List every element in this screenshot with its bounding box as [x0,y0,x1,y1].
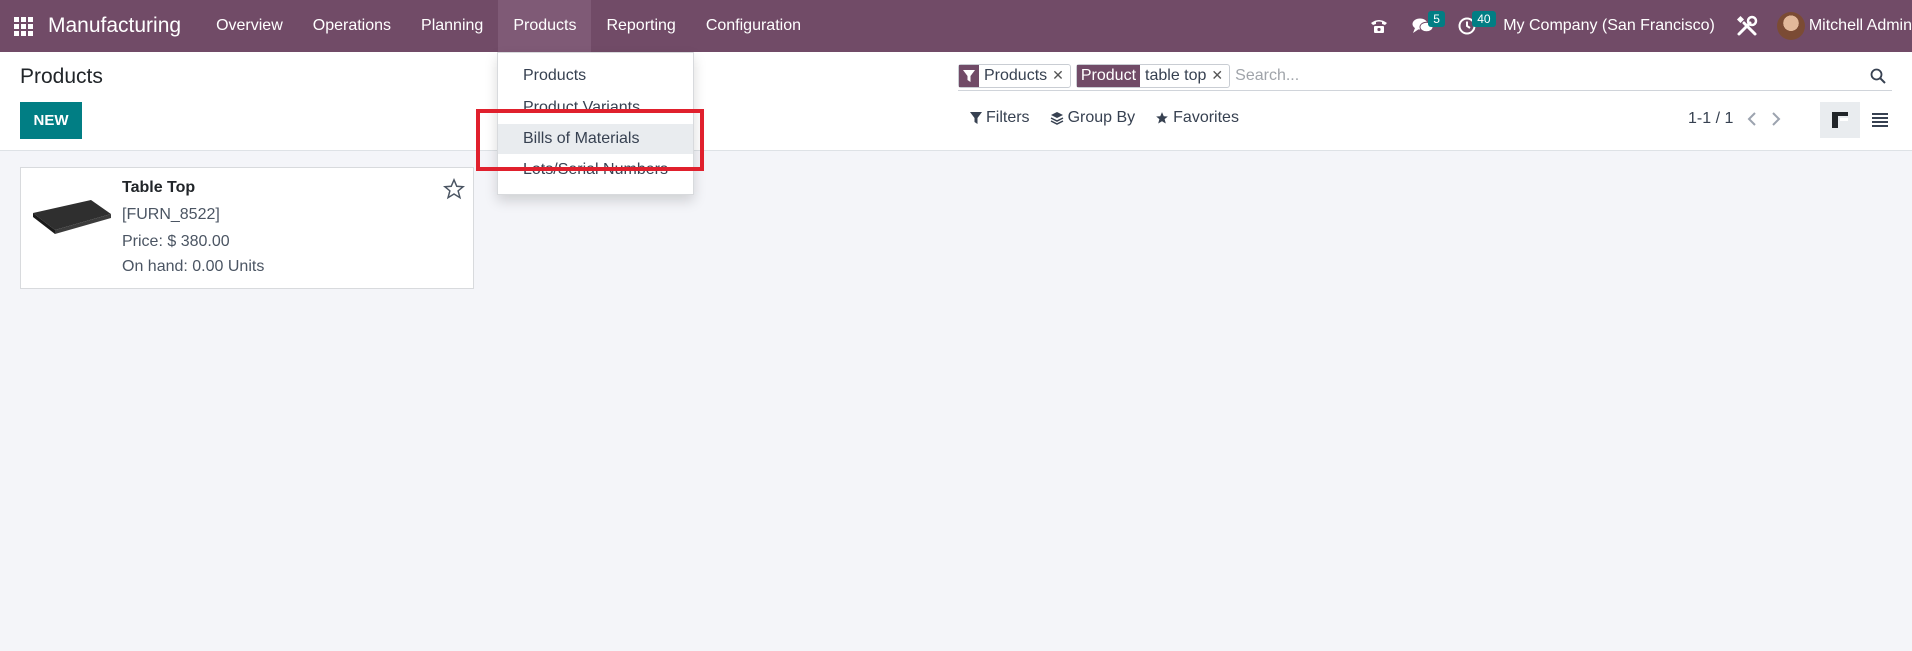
product-name: Table Top [122,179,196,196]
menu-overview[interactable]: Overview [201,0,298,52]
tools-icon [1736,15,1758,36]
search-icon[interactable] [1864,68,1892,84]
activities-badge: 40 [1472,11,1496,27]
facet-remove-icon[interactable]: ✕ [1052,67,1070,84]
messages-button[interactable]: 5 [1401,0,1445,52]
pager-value[interactable]: 1-1 / 1 [1688,110,1733,128]
facet-value: table top [1145,66,1207,84]
pager-prev-button[interactable] [1747,112,1757,126]
menu-configuration[interactable]: Configuration [691,0,816,52]
favorite-star-icon[interactable] [442,177,466,205]
view-switcher [1820,102,1900,138]
list-icon [1872,113,1888,127]
chevron-left-icon [1747,112,1757,126]
kanban-icon [1832,112,1848,128]
dropdown-item-products[interactable]: Products [498,61,693,91]
filters-button[interactable]: Filters [970,109,1030,127]
menu-operations[interactable]: Operations [298,0,406,52]
list-view-button[interactable] [1860,102,1900,138]
chevron-right-icon [1772,112,1781,126]
apps-menu-button[interactable] [0,0,46,52]
pager: 1-1 / 1 [1688,110,1781,128]
menu-products[interactable]: Products [498,0,592,52]
search-bar: Products ✕ Product table top ✕ [958,61,1892,91]
product-onhand: On hand: 0.00 Units [122,258,265,275]
groupby-label: Group By [1067,109,1136,126]
layers-icon [1050,112,1063,125]
company-switcher[interactable]: My Company (San Francisco) [1489,17,1727,35]
kanban-view-button[interactable] [1820,102,1860,138]
facet-remove-icon[interactable]: ✕ [1211,67,1229,84]
filter-icon [959,64,979,87]
menu-planning[interactable]: Planning [406,0,498,52]
messages-badge: 5 [1428,11,1445,27]
groupby-button[interactable]: Group By [1050,109,1136,127]
new-button[interactable]: NEW [20,102,82,139]
app-brand[interactable]: Manufacturing [46,14,181,38]
product-price: Price: $ 380.00 [122,233,230,250]
product-image [31,198,113,243]
facet-value: Products [984,66,1048,84]
menu-reporting[interactable]: Reporting [591,0,690,52]
control-panel: Products NEW Products ✕ Product table to… [0,52,1912,151]
facet-products-filter: Products ✕ [958,63,1071,88]
activities-button[interactable]: 40 [1445,0,1496,52]
debug-tools-button[interactable] [1727,0,1767,52]
filters-label: Filters [986,109,1030,126]
page-title: Products [20,65,103,88]
annotation-highlight-box [476,109,704,171]
pager-next-button[interactable] [1771,112,1781,126]
user-menu[interactable]: Mitchell Admin [1809,17,1912,35]
product-card[interactable]: Table Top [FURN_8522] Price: $ 380.00 On… [20,167,474,289]
filter-icon [970,112,982,124]
top-navbar: Manufacturing Overview Operations Planni… [0,0,1912,52]
phone-icon [1371,20,1388,33]
favorites-label: Favorites [1173,109,1239,126]
facet-tag: Product [1076,64,1141,87]
favorites-button[interactable]: Favorites [1155,109,1239,127]
apps-grid-icon [13,16,33,36]
search-input[interactable] [1235,63,1864,88]
star-icon [1156,112,1168,124]
product-reference: [FURN_8522] [122,206,220,223]
user-avatar[interactable] [1776,12,1805,40]
facet-product-search: Product table top ✕ [1075,63,1231,88]
phone-button[interactable] [1357,0,1401,52]
search-options: Filters Group By Favorites [970,109,1259,127]
